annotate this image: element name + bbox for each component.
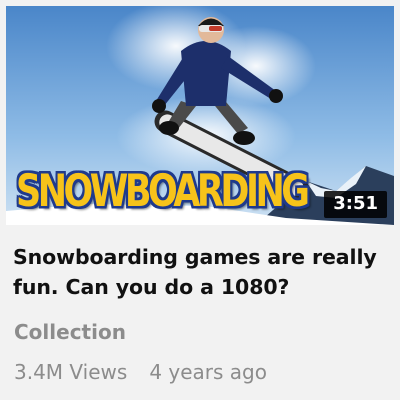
video-card[interactable]: SNOWBOARDING 3:51 Snowboarding games are…	[0, 0, 400, 400]
channel-name[interactable]: Collection	[14, 320, 126, 344]
video-duration-badge: 3:51	[324, 191, 387, 218]
upload-age: 4 years ago	[149, 360, 267, 384]
video-meta: 3.4M Views 4 years ago	[14, 360, 267, 384]
video-thumbnail[interactable]: SNOWBOARDING 3:51	[6, 6, 394, 225]
thumbnail-wordmark: SNOWBOARDING	[16, 166, 310, 218]
video-title[interactable]: Snowboarding games are really fun. Can y…	[13, 242, 391, 302]
view-count: 3.4M Views	[14, 360, 128, 384]
